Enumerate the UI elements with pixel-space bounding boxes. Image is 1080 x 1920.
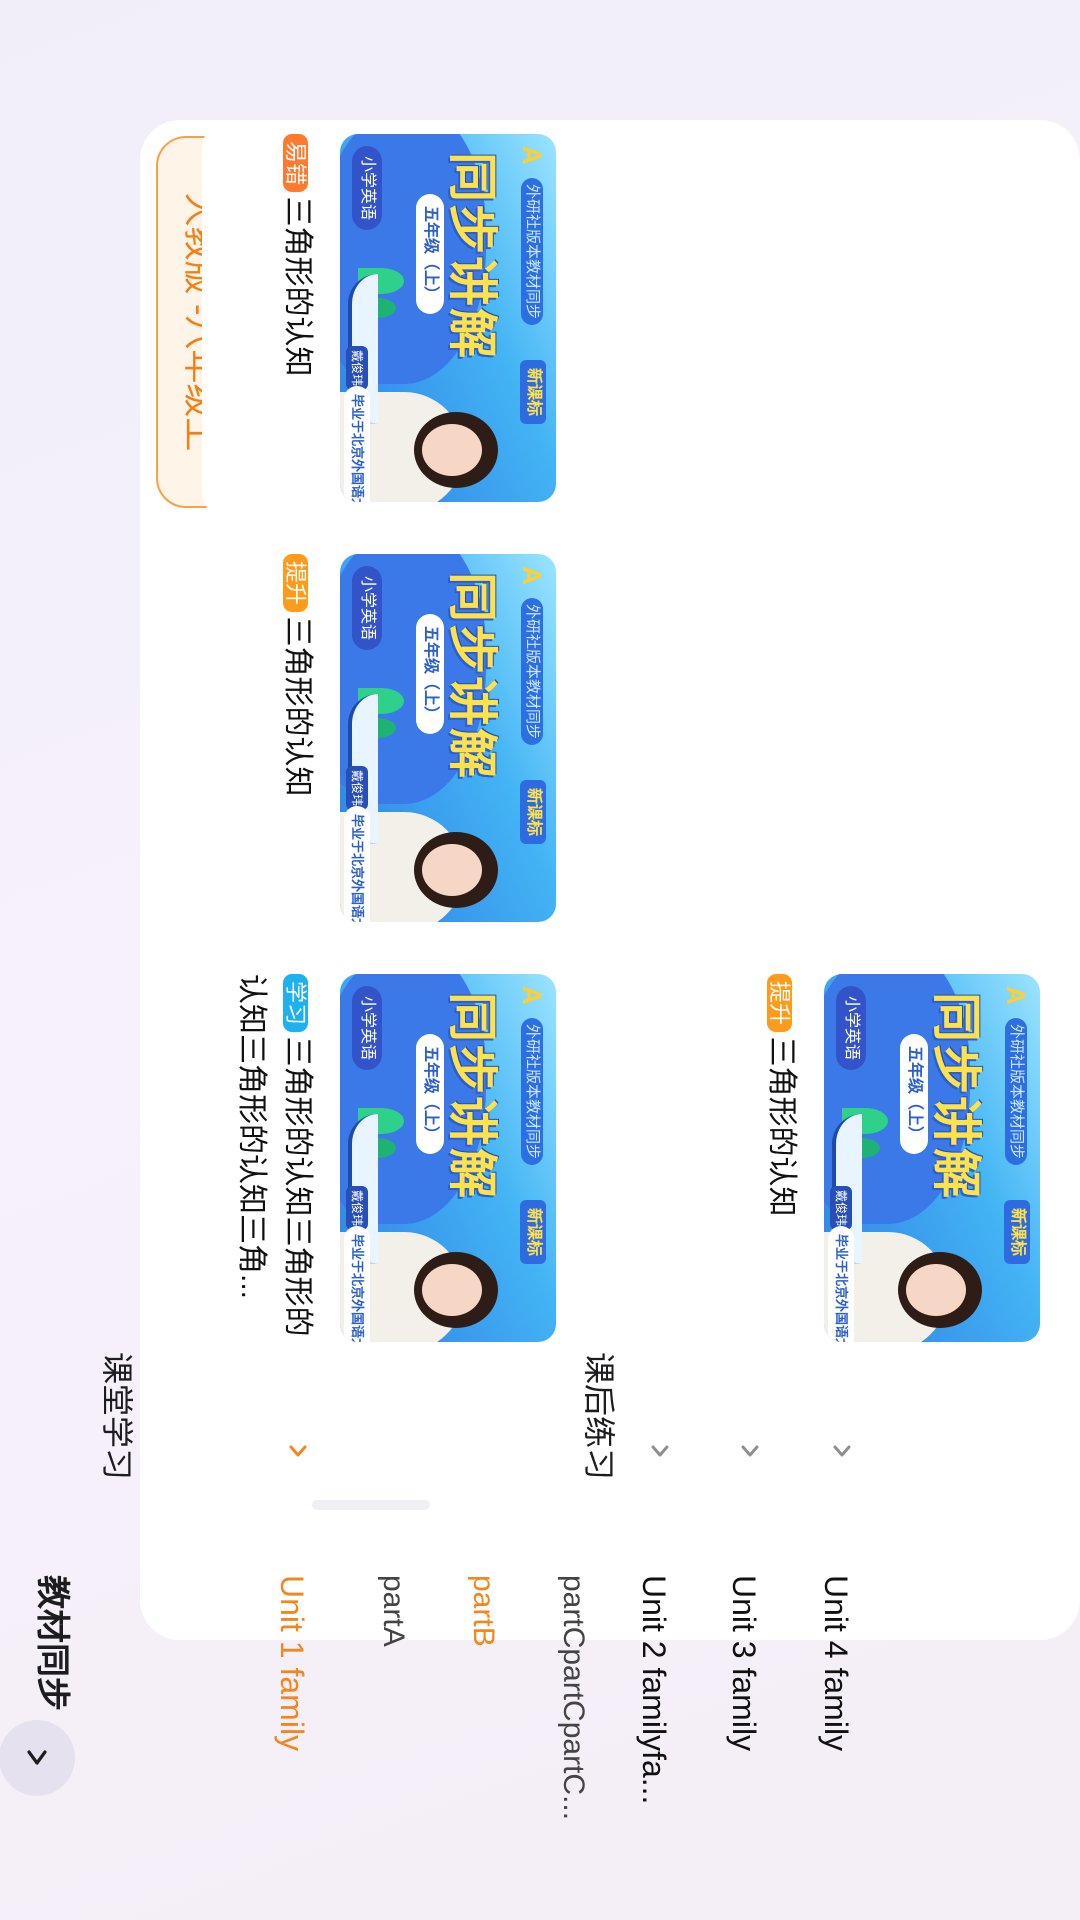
- brand-logo: A: [517, 986, 547, 1005]
- brand-logo: A: [1001, 986, 1031, 1005]
- card-caption: 提升 三角形的认知: [274, 554, 320, 924]
- sidebar-item-part-b[interactable]: partB: [466, 1575, 500, 1647]
- teacher-face: [422, 424, 482, 476]
- teacher-name: 戴俊玮: [346, 346, 368, 391]
- new-curriculum-badge: 新课标: [520, 360, 546, 425]
- part-label: partA: [377, 1575, 410, 1647]
- chevron-right-icon: [741, 1445, 759, 1457]
- card-caption: 提升 三角形的认知: [758, 974, 804, 1344]
- badge-error-prone: 易错: [283, 134, 308, 193]
- thumbnail-subject: 小学英语: [836, 986, 866, 1071]
- course-thumbnail: A 外研社版本教材同步 新课标 同步讲解 五年级（上） 小学英语 戴俊玮 毕业于…: [340, 554, 556, 922]
- chevron-right-icon: [651, 1445, 669, 1457]
- thumbnail-headline: 同步讲解: [444, 572, 500, 780]
- teacher-face: [422, 844, 482, 896]
- sidebar-item-part-c[interactable]: partCpartCpartC...: [556, 1575, 590, 1820]
- part-label: partB: [467, 1575, 500, 1647]
- unit-label: Unit 2 familyfa...: [636, 1575, 672, 1805]
- part-label: partCpartCpartC...: [557, 1575, 590, 1821]
- badge-learn: 学习: [283, 974, 308, 1033]
- thumbnail-grade: 五年级（上）: [416, 194, 444, 315]
- section-title-homework: 课后练习: [581, 1352, 617, 1481]
- card-caption: 学习 三角形的认知三角形的认知三角形的认知三角...: [228, 974, 320, 1344]
- sidebar-item-unit-2[interactable]: Unit 2 familyfa...: [635, 1575, 672, 1804]
- sidebar-item-unit-4[interactable]: Unit 4 family: [817, 1575, 854, 1751]
- card-title: 三角形的认知: [281, 616, 314, 797]
- thumbnail-tagline: 外研社版本教材同步: [1005, 1018, 1027, 1166]
- page-title: 教材同步: [33, 1575, 71, 1711]
- section-title-classroom: 课堂学习: [99, 1352, 135, 1481]
- teacher-name: 戴俊玮: [830, 1186, 852, 1231]
- card-title: 三角形的认知: [281, 196, 314, 377]
- brand-logo: A: [517, 146, 547, 165]
- badge-improve: 提升: [767, 974, 792, 1033]
- course-card[interactable]: A 外研社版本教材同步 新课标 同步讲解 五年级（上） 小学英语 戴俊玮 毕业于…: [202, 542, 570, 938]
- thumbnail-headline: 同步讲解: [928, 992, 984, 1200]
- thumbnail-tagline: 外研社版本教材同步: [521, 1018, 543, 1166]
- thumbnail-subject: 小学英语: [352, 986, 382, 1071]
- course-thumbnail: A 外研社版本教材同步 新课标 同步讲解 五年级（上） 小学英语 戴俊玮 毕业于…: [340, 974, 556, 1342]
- thumbnail-tagline: 外研社版本教材同步: [521, 598, 543, 746]
- sidebar-item-unit-3[interactable]: Unit 3 family: [725, 1575, 762, 1751]
- thumbnail-grade: 五年级（上）: [416, 614, 444, 735]
- card-caption: 易错 三角形的认知: [274, 134, 320, 504]
- teacher-note: 毕业于北京外国语大学: [344, 1226, 370, 1342]
- app-screen: 教材同步 人教版 -八年级上 Unit 1 family partA partB…: [0, 0, 1080, 1920]
- thumbnail-grade: 五年级（上）: [416, 1034, 444, 1155]
- teacher-note: 毕业于北京外国语大学: [344, 386, 370, 502]
- badge-improve: 提升: [283, 554, 308, 613]
- unit-label: Unit 4 family: [818, 1575, 854, 1752]
- teacher-name: 戴俊玮: [346, 766, 368, 811]
- unit-label: Unit 1 family: [274, 1575, 310, 1752]
- thumbnail-headline: 同步讲解: [444, 992, 500, 1200]
- chevron-up-icon: [289, 1445, 307, 1457]
- new-curriculum-badge: 新课标: [520, 1200, 546, 1265]
- chevron-right-icon: [833, 1445, 851, 1457]
- unit-label: Unit 3 family: [726, 1575, 762, 1752]
- scroll-indicator: [312, 1500, 430, 1510]
- card-title: 三角形的认知: [765, 1036, 798, 1217]
- thumbnail-headline: 同步讲解: [444, 152, 500, 360]
- sidebar-item-part-a[interactable]: partA: [376, 1575, 410, 1647]
- thumbnail-tagline: 外研社版本教材同步: [521, 178, 543, 326]
- chevron-down-icon: [27, 1750, 47, 1765]
- teacher-face: [906, 1264, 966, 1316]
- new-curriculum-badge: 新课标: [520, 780, 546, 845]
- teacher-name: 戴俊玮: [346, 1186, 368, 1231]
- thumbnail-subject: 小学英语: [352, 146, 382, 231]
- new-curriculum-badge: 新课标: [1004, 1200, 1030, 1265]
- course-thumbnail: A 外研社版本教材同步 新课标 同步讲解 五年级（上） 小学英语 戴俊玮 毕业于…: [340, 134, 556, 502]
- teacher-note: 毕业于北京外国语大学: [344, 806, 370, 922]
- brand-logo: A: [517, 566, 547, 585]
- course-card[interactable]: A 外研社版本教材同步 新课标 同步讲解 五年级（上） 小学英语 戴俊玮 毕业于…: [202, 962, 570, 1358]
- thumbnail-grade: 五年级（上）: [900, 1034, 928, 1155]
- sidebar-item-unit-1[interactable]: Unit 1 family: [273, 1575, 310, 1751]
- thumbnail-subject: 小学英语: [352, 566, 382, 651]
- teacher-face: [422, 1264, 482, 1316]
- course-card[interactable]: A 外研社版本教材同步 新课标 同步讲解 五年级（上） 小学英语 戴俊玮 毕业于…: [202, 122, 570, 518]
- back-button[interactable]: [0, 1720, 75, 1796]
- course-card[interactable]: A 外研社版本教材同步 新课标 同步讲解 五年级（上） 小学英语 戴俊玮 毕业于…: [686, 962, 1054, 1358]
- course-thumbnail: A 外研社版本教材同步 新课标 同步讲解 五年级（上） 小学英语 戴俊玮 毕业于…: [824, 974, 1040, 1342]
- teacher-note: 毕业于北京外国语大学: [828, 1226, 854, 1342]
